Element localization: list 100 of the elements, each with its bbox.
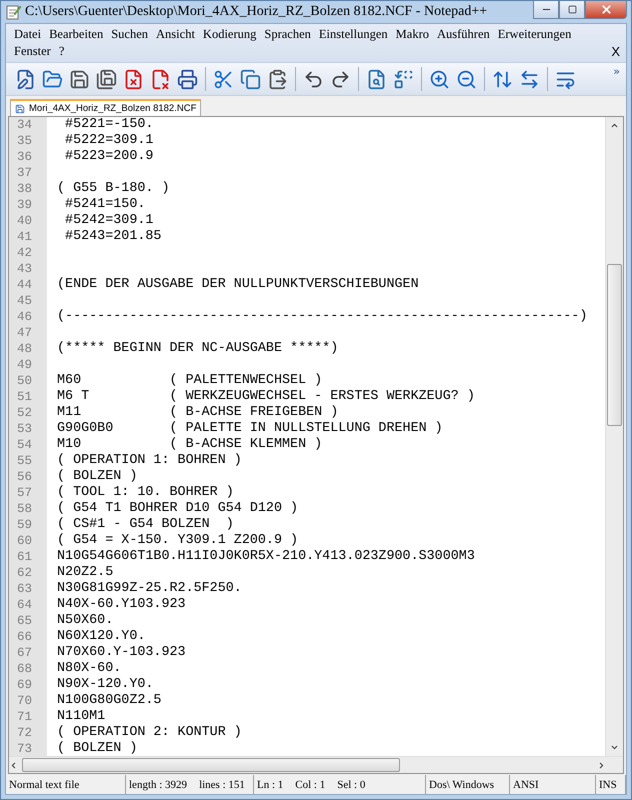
- menu-item[interactable]: Kodierung: [198, 27, 260, 42]
- code-line: N80X-60.: [57, 661, 122, 677]
- line-number: 47: [16, 325, 34, 341]
- line-number: 69: [16, 677, 34, 693]
- menu-item[interactable]: Bearbeiten: [45, 27, 108, 42]
- status-text: Normal text file: [9, 778, 80, 790]
- line-number: 60: [16, 533, 34, 549]
- line-number: 64: [16, 597, 34, 613]
- status-text: Sel : 0: [337, 778, 366, 790]
- line-number: 67: [16, 645, 34, 661]
- line-number: 55: [16, 453, 34, 469]
- code-line: N20Z2.5: [57, 565, 114, 581]
- horizontal-scrollbar[interactable]: [9, 756, 623, 773]
- scroll-right-icon[interactable]: [597, 760, 606, 770]
- maximize-button[interactable]: [559, 1, 585, 19]
- code-line: N90X-120.Y0.: [57, 677, 154, 693]
- line-number: 44: [16, 277, 34, 293]
- code-line: (ENDE DER AUSGABE DER NULLPUNKTVERSCHIEBUNGEN: [57, 277, 419, 293]
- line-number: 45: [16, 293, 34, 309]
- code-line: G90G0B0 ( PALETTE IN NULLSTELLUNG DREHEN ): [57, 421, 443, 437]
- line-number: 61: [16, 549, 34, 565]
- scrollbar-thumb[interactable]: [607, 264, 622, 426]
- toolbar-overflow-button[interactable]: »: [613, 65, 620, 78]
- menu-item[interactable]: Datei: [10, 27, 46, 42]
- line-number: 48: [16, 341, 34, 357]
- line-number: 42: [16, 245, 34, 261]
- code-line: #5222=309.1: [64, 133, 154, 149]
- line-number: 38: [16, 181, 34, 197]
- close-button[interactable]: [585, 1, 627, 19]
- line-number: 65: [16, 613, 34, 629]
- line-number: 63: [16, 581, 34, 597]
- status-text: Ln : 1: [257, 778, 284, 790]
- line-number: 40: [16, 213, 34, 229]
- window-title: C:\Users\Guenter\Desktop\Mori_4AX_Horiz_RZ_Bolzen 8182.NCF - Notepad++: [25, 4, 488, 20]
- notepad-icon: [5, 4, 21, 20]
- line-number: 52: [16, 405, 34, 421]
- line-number: 58: [16, 501, 34, 517]
- menu-item[interactable]: Einstellungen: [314, 27, 392, 42]
- code-line: ( OPERATION 1: BOHREN ): [57, 453, 242, 469]
- code-line: M10 ( B-ACHSE KLEMMEN ): [57, 437, 322, 453]
- code-line: ( OPERATION 2: KONTUR ): [57, 725, 242, 741]
- status-text: ANSI: [513, 778, 539, 790]
- line-number: 56: [16, 469, 34, 485]
- code-line: #5243=201.85: [64, 229, 162, 245]
- maximize-icon: [568, 5, 576, 14]
- code-line: N50X60.: [57, 613, 114, 629]
- scroll-down-icon[interactable]: [610, 743, 619, 752]
- line-number: 71: [16, 709, 34, 725]
- status-text: INS: [599, 778, 617, 790]
- code-line: N110M1: [57, 709, 106, 725]
- file-tab[interactable]: Mori_4AX_Horiz_RZ_Bolzen 8182.NCF: [10, 99, 202, 116]
- code-line: (----------------------------------------------------------------): [57, 309, 588, 325]
- menu-item[interactable]: Sprachen: [260, 27, 315, 42]
- line-number: 43: [16, 261, 34, 277]
- menu-item[interactable]: Ausführen: [432, 27, 494, 42]
- close-document-button[interactable]: X: [611, 44, 622, 59]
- line-number: 35: [16, 133, 34, 149]
- code-line: M11 ( B-ACHSE FREIGEBEN ): [57, 405, 338, 421]
- code-line: #5223=200.9: [64, 149, 154, 165]
- code-line: ( TOOL 1: 10. BOHRER ): [57, 485, 234, 501]
- code-line: #5242=309.1: [64, 213, 154, 229]
- line-number: 62: [16, 565, 34, 581]
- code-line: M6 T ( WERKZEUGWECHSEL - ERSTES WERKZEUG? ): [57, 389, 475, 405]
- code-line: ( BOLZEN ): [57, 469, 138, 485]
- menu-item[interactable]: Erweiterungen: [494, 27, 576, 42]
- line-number: 72: [16, 725, 34, 741]
- save-icon: [15, 104, 25, 114]
- menu-item[interactable]: Suchen: [107, 27, 152, 42]
- status-text: lines : 151: [199, 778, 245, 790]
- line-number: 39: [16, 197, 34, 213]
- code-line: ( BOLZEN ): [57, 741, 138, 756]
- line-number: 49: [16, 357, 34, 373]
- line-number: 73: [16, 741, 34, 756]
- close-icon: [600, 3, 612, 16]
- code-line: #5221=-150.: [64, 117, 154, 133]
- line-number: 36: [16, 149, 34, 165]
- vertical-scrollbar[interactable]: [605, 117, 623, 756]
- scrollbar-thumb[interactable]: [22, 758, 400, 772]
- menu-item[interactable]: Ansicht: [152, 27, 199, 42]
- code-line: N10G54G606T1B0.H11I0J0K0R5X-210.Y413.023Z900.S3000M3: [57, 549, 475, 565]
- line-number: 34: [16, 117, 34, 133]
- code-line: ( CS#1 - G54 BOLZEN ): [57, 517, 234, 533]
- status-text: length : 3929: [129, 778, 188, 790]
- code-line: N100G80G0Z2.5: [57, 693, 162, 709]
- line-number: 59: [16, 517, 34, 533]
- line-number: 54: [16, 437, 34, 453]
- scroll-left-icon[interactable]: [9, 760, 18, 770]
- code-line: N70X60.Y-103.923: [57, 645, 186, 661]
- status-text: Col : 1: [295, 778, 326, 790]
- code-line: (***** BEGINN DER NC-AUSGABE *****): [57, 341, 338, 357]
- line-number: 70: [16, 693, 34, 709]
- menu-item[interactable]: Makro: [392, 27, 433, 42]
- menu-item[interactable]: Fenster: [10, 44, 55, 59]
- code-line: N60X120.Y0.: [57, 629, 146, 645]
- line-number: 66: [16, 629, 34, 645]
- menu-item[interactable]: ?: [54, 44, 68, 59]
- code-line: ( G54 = X-150. Y309.1 Z200.9 ): [57, 533, 298, 549]
- line-number: 53: [16, 421, 34, 437]
- scroll-up-icon[interactable]: [610, 121, 619, 130]
- code-line: ( G55 B-180. ): [57, 181, 170, 197]
